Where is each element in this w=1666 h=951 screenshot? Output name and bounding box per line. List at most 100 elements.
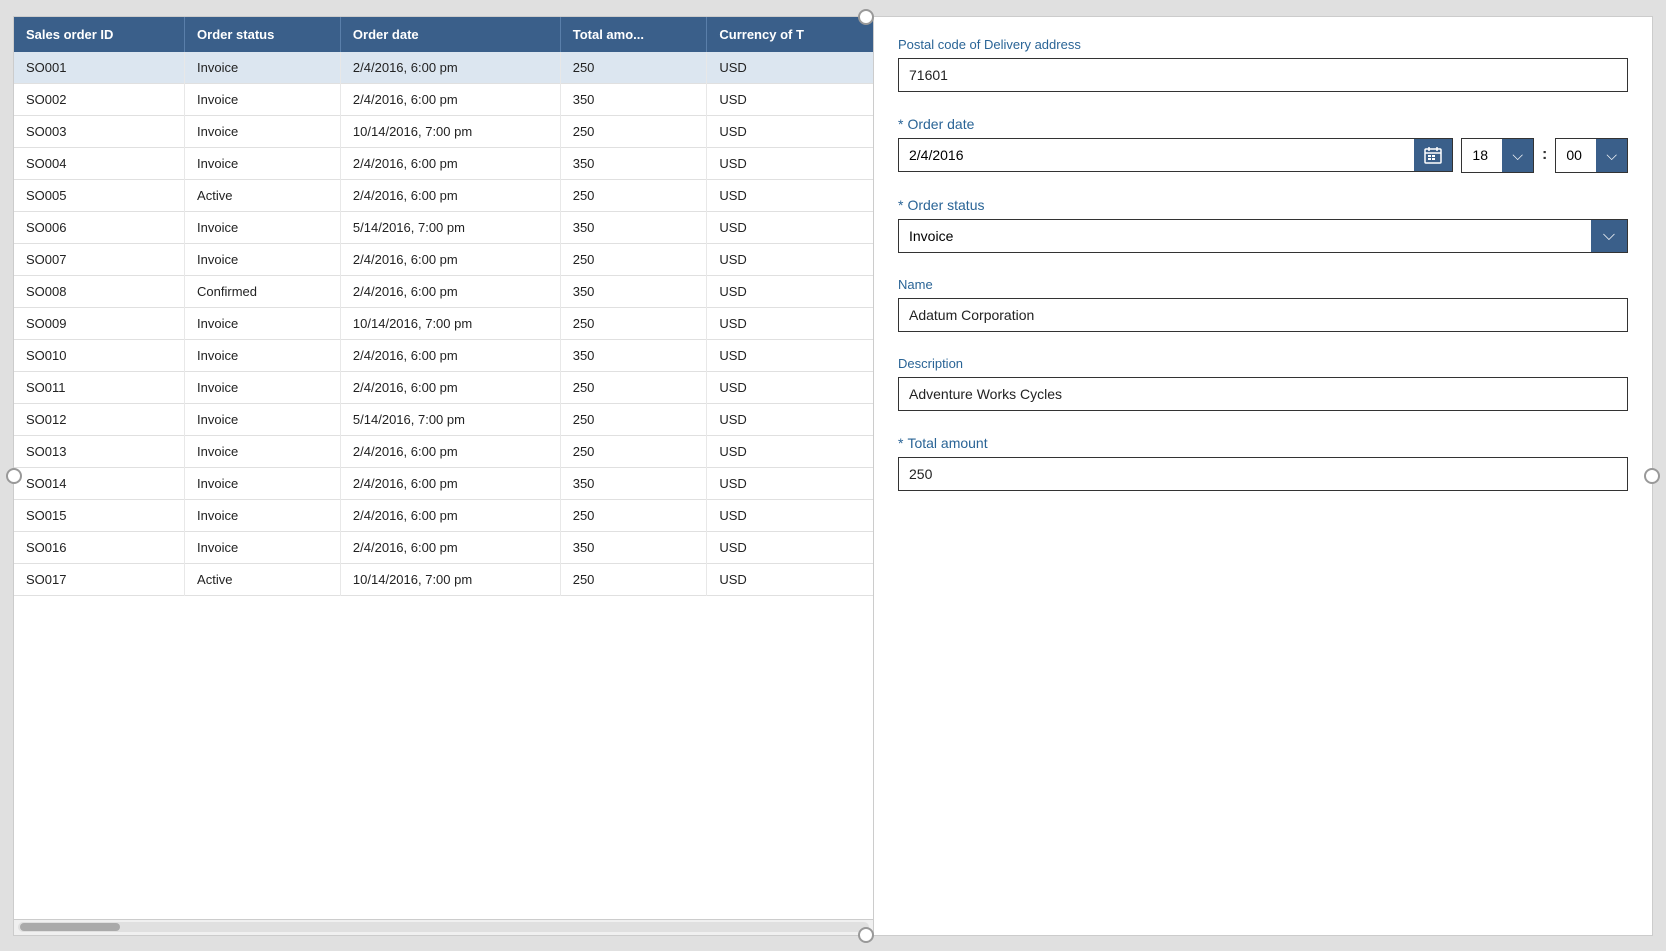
table-cell-order_status: Invoice (185, 115, 341, 147)
table-row[interactable]: SO013Invoice2/4/2016, 6:00 pm250USD (14, 435, 873, 467)
table-cell-order_status: Invoice (185, 531, 341, 563)
scroll-thumb (20, 923, 120, 931)
table-cell-order_date: 2/4/2016, 6:00 pm (340, 339, 560, 371)
table-row[interactable]: SO017Active10/14/2016, 7:00 pm250USD (14, 563, 873, 595)
table-cell-sales_order_id: SO001 (14, 52, 185, 84)
table-cell-order_date: 5/14/2016, 7:00 pm (340, 403, 560, 435)
table-cell-order_status: Invoice (185, 403, 341, 435)
hour-wrapper: 18 ⌵ (1461, 138, 1534, 173)
table-cell-order_status: Invoice (185, 211, 341, 243)
name-label: Name (898, 277, 1628, 292)
table-cell-order_date: 2/4/2016, 6:00 pm (340, 147, 560, 179)
description-input[interactable] (898, 377, 1628, 411)
order-status-input[interactable] (899, 220, 1591, 252)
table-cell-order_date: 2/4/2016, 6:00 pm (340, 499, 560, 531)
table-row[interactable]: SO005Active2/4/2016, 6:00 pm250USD (14, 179, 873, 211)
table-cell-sales_order_id: SO016 (14, 531, 185, 563)
table-row[interactable]: SO003Invoice10/14/2016, 7:00 pm250USD (14, 115, 873, 147)
col-total-amount: Total amo... (560, 17, 707, 52)
order-date-required: * (898, 116, 903, 132)
resize-handle-bottom[interactable] (858, 927, 874, 943)
time-colon: : (1542, 146, 1547, 164)
table-row[interactable]: SO011Invoice2/4/2016, 6:00 pm250USD (14, 371, 873, 403)
order-status-label: *Order status (898, 197, 1628, 213)
postal-code-label: Postal code of Delivery address (898, 37, 1628, 52)
description-label: Description (898, 356, 1628, 371)
table-cell-currency: USD (707, 179, 873, 211)
table-cell-currency: USD (707, 115, 873, 147)
table-cell-sales_order_id: SO013 (14, 435, 185, 467)
table-cell-order_status: Invoice (185, 52, 341, 84)
table-scroll-area[interactable]: Sales order ID Order status Order date T… (14, 17, 873, 919)
table-cell-total_amount: 350 (560, 339, 707, 371)
resize-handle-right[interactable] (1644, 468, 1660, 484)
col-order-status: Order status (185, 17, 341, 52)
table-cell-total_amount: 250 (560, 52, 707, 84)
order-status-dropdown-button[interactable]: ⌵ (1591, 220, 1627, 252)
table-cell-order_date: 10/14/2016, 7:00 pm (340, 563, 560, 595)
table-cell-total_amount: 350 (560, 147, 707, 179)
table-cell-sales_order_id: SO006 (14, 211, 185, 243)
time-select-wrapper: 18 ⌵ : 00 ⌵ (1461, 138, 1628, 173)
table-cell-currency: USD (707, 147, 873, 179)
horizontal-scrollbar[interactable] (14, 919, 873, 935)
table-cell-currency: USD (707, 211, 873, 243)
order-status-field: *Order status ⌵ (898, 197, 1628, 253)
table-cell-total_amount: 350 (560, 531, 707, 563)
table-cell-total_amount: 250 (560, 499, 707, 531)
main-container: Sales order ID Order status Order date T… (13, 16, 1653, 936)
table-row[interactable]: SO014Invoice2/4/2016, 6:00 pm350USD (14, 467, 873, 499)
table-cell-currency: USD (707, 499, 873, 531)
table-cell-total_amount: 250 (560, 179, 707, 211)
resize-handle-top[interactable] (858, 9, 874, 25)
table-row[interactable]: SO007Invoice2/4/2016, 6:00 pm250USD (14, 243, 873, 275)
table-cell-order_date: 2/4/2016, 6:00 pm (340, 275, 560, 307)
description-field: Description (898, 356, 1628, 411)
table-cell-order_status: Invoice (185, 499, 341, 531)
table-row[interactable]: SO008Confirmed2/4/2016, 6:00 pm350USD (14, 275, 873, 307)
order-status-required: * (898, 197, 903, 213)
table-cell-sales_order_id: SO011 (14, 371, 185, 403)
table-row[interactable]: SO010Invoice2/4/2016, 6:00 pm350USD (14, 339, 873, 371)
table-header-row: Sales order ID Order status Order date T… (14, 17, 873, 52)
col-order-date: Order date (340, 17, 560, 52)
minute-wrapper: 00 ⌵ (1555, 138, 1628, 173)
table-cell-sales_order_id: SO017 (14, 563, 185, 595)
date-time-row: 18 ⌵ : 00 ⌵ (898, 138, 1628, 173)
minute-dropdown-button[interactable]: ⌵ (1596, 139, 1627, 172)
order-date-label: *Order date (898, 116, 1628, 132)
table-cell-order_status: Invoice (185, 83, 341, 115)
table-cell-currency: USD (707, 243, 873, 275)
table-row[interactable]: SO016Invoice2/4/2016, 6:00 pm350USD (14, 531, 873, 563)
order-date-field: *Order date (898, 116, 1628, 173)
table-row[interactable]: SO006Invoice5/14/2016, 7:00 pm350USD (14, 211, 873, 243)
table-row[interactable]: SO015Invoice2/4/2016, 6:00 pm250USD (14, 499, 873, 531)
total-amount-input[interactable] (898, 457, 1628, 491)
name-input[interactable] (898, 298, 1628, 332)
date-input[interactable] (899, 139, 1414, 171)
table-row[interactable]: SO002Invoice2/4/2016, 6:00 pm350USD (14, 83, 873, 115)
minute-display: 00 (1556, 139, 1596, 172)
table-row[interactable]: SO001Invoice2/4/2016, 6:00 pm250USD (14, 52, 873, 84)
table-cell-total_amount: 350 (560, 467, 707, 499)
table-cell-currency: USD (707, 467, 873, 499)
resize-handle-left[interactable] (6, 468, 22, 484)
table-cell-total_amount: 250 (560, 307, 707, 339)
table-row[interactable]: SO012Invoice5/14/2016, 7:00 pm250USD (14, 403, 873, 435)
table-cell-sales_order_id: SO005 (14, 179, 185, 211)
date-input-wrapper (898, 138, 1453, 172)
table-row[interactable]: SO004Invoice2/4/2016, 6:00 pm350USD (14, 147, 873, 179)
name-field: Name (898, 277, 1628, 332)
table-cell-order_date: 2/4/2016, 6:00 pm (340, 531, 560, 563)
hour-dropdown-button[interactable]: ⌵ (1502, 139, 1533, 172)
postal-code-input[interactable] (898, 58, 1628, 92)
calendar-button[interactable] (1414, 139, 1452, 171)
table-cell-order_date: 5/14/2016, 7:00 pm (340, 211, 560, 243)
sales-orders-table: Sales order ID Order status Order date T… (14, 17, 873, 596)
table-row[interactable]: SO009Invoice10/14/2016, 7:00 pm250USD (14, 307, 873, 339)
postal-code-field: Postal code of Delivery address (898, 37, 1628, 92)
table-cell-sales_order_id: SO015 (14, 499, 185, 531)
table-cell-order_status: Active (185, 563, 341, 595)
table-cell-sales_order_id: SO012 (14, 403, 185, 435)
table-cell-sales_order_id: SO010 (14, 339, 185, 371)
